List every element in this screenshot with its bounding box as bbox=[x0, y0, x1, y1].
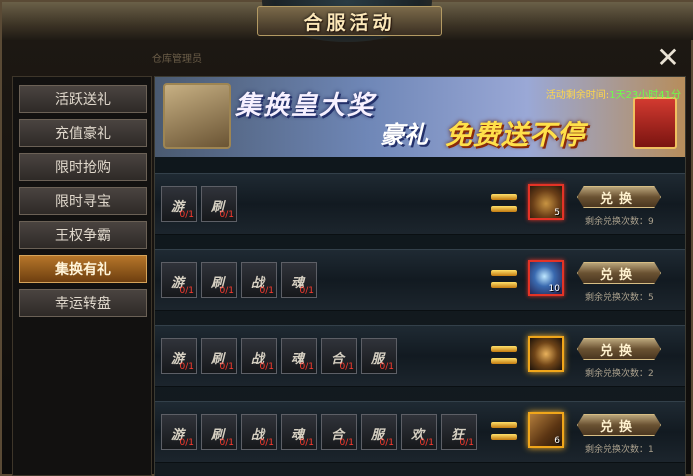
exchange-row: 游 0/1 刷 0/1 战 0/1 魂 0/1 10 兑换 剩余兑换次数：5 bbox=[155, 249, 685, 311]
word-item-count: 0/1 bbox=[379, 362, 394, 372]
word-item-slot[interactable]: 服 0/1 bbox=[361, 338, 397, 374]
word-item-slot[interactable]: 游 0/1 bbox=[161, 414, 197, 450]
sidebar-item-label: 充值豪礼 bbox=[55, 126, 111, 142]
word-item-slot[interactable]: 魂 0/1 bbox=[281, 414, 317, 450]
word-item-slot[interactable]: 魂 0/1 bbox=[281, 338, 317, 374]
timer-value: 1天23小时41分 bbox=[609, 90, 681, 101]
word-item-slot[interactable]: 魂 0/1 bbox=[281, 262, 317, 298]
exchange-button[interactable]: 兑换 bbox=[577, 186, 661, 208]
word-item-count: 0/1 bbox=[259, 362, 274, 372]
word-item-count: 0/1 bbox=[179, 286, 194, 296]
word-item-count: 0/1 bbox=[259, 438, 274, 448]
sidebar-item-lucky-wheel[interactable]: 幸运转盘 bbox=[19, 289, 147, 317]
word-item-slot[interactable]: 游 0/1 bbox=[161, 338, 197, 374]
word-item-count: 0/1 bbox=[259, 286, 274, 296]
exchange-button[interactable]: 兑换 bbox=[577, 262, 661, 284]
sidebar-item-label: 集换有礼 bbox=[55, 262, 111, 278]
reward-item-slot[interactable]: 6 bbox=[528, 412, 564, 448]
word-item-count: 0/1 bbox=[419, 438, 434, 448]
required-items: 游 0/1 刷 0/1 战 0/1 魂 0/1 bbox=[161, 262, 317, 298]
window-title: 合服活动 bbox=[303, 11, 396, 34]
equals-icon bbox=[491, 268, 517, 290]
treasure-chest-icon bbox=[163, 83, 231, 149]
exchange-row: 游 0/1 刷 0/1 战 0/1 魂 0/1 合 0/1 服 0/1 欢 0/1 狂 0/1 … bbox=[155, 401, 685, 463]
reward-count: 5 bbox=[554, 208, 560, 218]
required-items: 游 0/1 刷 0/1 战 0/1 魂 0/1 合 0/1 服 0/1 欢 0/1 狂 0/1 bbox=[161, 414, 477, 450]
word-item-slot[interactable]: 合 0/1 bbox=[321, 414, 357, 450]
word-item-count: 0/1 bbox=[299, 286, 314, 296]
word-item-count: 0/1 bbox=[219, 210, 234, 220]
word-item-slot[interactable]: 服 0/1 bbox=[361, 414, 397, 450]
word-item-slot[interactable]: 战 0/1 bbox=[241, 338, 277, 374]
close-button[interactable]: ✕ bbox=[655, 41, 681, 74]
main-panel: 集换皇大奖 豪礼 免费送不停 活动剩余时间:1天23小时41分 游 0/1 刷 0/… bbox=[154, 76, 686, 476]
word-item-slot[interactable]: 游 0/1 bbox=[161, 262, 197, 298]
reward-count: 6 bbox=[554, 436, 560, 446]
exchange-row: 游 0/1 刷 0/1 5 兑换 剩余兑换次数：9 bbox=[155, 173, 685, 235]
remaining-exchanges: 剩余兑换次数：9 bbox=[585, 217, 654, 227]
remaining-exchanges: 剩余兑换次数：5 bbox=[585, 293, 654, 303]
word-item-count: 0/1 bbox=[339, 362, 354, 372]
banner-subtitle-a: 豪礼 bbox=[380, 121, 428, 149]
reward-count: 10 bbox=[548, 284, 560, 294]
word-item-slot[interactable]: 欢 0/1 bbox=[401, 414, 437, 450]
word-item-count: 0/1 bbox=[339, 438, 354, 448]
exchange-row: 游 0/1 刷 0/1 战 0/1 魂 0/1 合 0/1 服 0/1 兑换 剩余兑换次数：… bbox=[155, 325, 685, 387]
word-item-count: 0/1 bbox=[179, 210, 194, 220]
word-item-count: 0/1 bbox=[459, 438, 474, 448]
word-item-slot[interactable]: 游 0/1 bbox=[161, 186, 197, 222]
word-item-slot[interactable]: 刷 0/1 bbox=[201, 186, 237, 222]
event-timer: 活动剩余时间:1天23小时41分 bbox=[546, 86, 681, 101]
word-item-count: 0/1 bbox=[179, 438, 194, 448]
sidebar-item-exchange[interactable]: 集换有礼 bbox=[19, 255, 147, 283]
background-npc-label: 仓库管理员 bbox=[152, 54, 202, 65]
word-item-slot[interactable]: 狂 0/1 bbox=[441, 414, 477, 450]
timer-label: 活动剩余时间: bbox=[545, 90, 610, 101]
required-items: 游 0/1 刷 0/1 bbox=[161, 186, 237, 222]
remaining-exchanges: 剩余兑换次数：1 bbox=[585, 445, 654, 455]
equals-icon bbox=[491, 420, 517, 442]
reward-item-slot[interactable] bbox=[528, 336, 564, 372]
equals-icon bbox=[491, 192, 517, 214]
sidebar-item-treasure-hunt[interactable]: 限时寻宝 bbox=[19, 187, 147, 215]
word-item-slot[interactable]: 战 0/1 bbox=[241, 414, 277, 450]
word-item-slot[interactable]: 合 0/1 bbox=[321, 338, 357, 374]
sidebar-item-label: 限时寻宝 bbox=[55, 194, 111, 210]
word-item-count: 0/1 bbox=[179, 362, 194, 372]
title-plate: 合服活动 bbox=[257, 6, 442, 36]
activity-window: 合服活动 仓库管理员 ✕ 活跃送礼 充值豪礼 限时抢购 限时寻宝 王权争霸 集换… bbox=[0, 0, 693, 476]
sidebar-item-active-gift[interactable]: 活跃送礼 bbox=[19, 85, 147, 113]
word-item-count: 0/1 bbox=[299, 438, 314, 448]
word-item-count: 0/1 bbox=[299, 362, 314, 372]
exchange-button[interactable]: 兑换 bbox=[577, 414, 661, 436]
event-banner: 集换皇大奖 豪礼 免费送不停 活动剩余时间:1天23小时41分 bbox=[155, 77, 685, 157]
sidebar-item-label: 活跃送礼 bbox=[55, 92, 111, 108]
word-item-count: 0/1 bbox=[219, 438, 234, 448]
required-items: 游 0/1 刷 0/1 战 0/1 魂 0/1 合 0/1 服 0/1 bbox=[161, 338, 397, 374]
word-item-count: 0/1 bbox=[219, 286, 234, 296]
banner-title: 集换皇大奖 bbox=[235, 91, 376, 121]
remaining-exchanges: 剩余兑换次数：2 bbox=[585, 369, 654, 379]
sidebar: 活跃送礼 充值豪礼 限时抢购 限时寻宝 王权争霸 集换有礼 幸运转盘 bbox=[12, 76, 152, 476]
exchange-button[interactable]: 兑换 bbox=[577, 338, 661, 360]
reward-item-slot[interactable]: 5 bbox=[528, 184, 564, 220]
sidebar-item-label: 限时抢购 bbox=[55, 160, 111, 176]
banner-subtitle-b: 免费送不停 bbox=[445, 120, 585, 151]
close-icon: ✕ bbox=[656, 40, 680, 74]
word-item-slot[interactable]: 刷 0/1 bbox=[201, 262, 237, 298]
sidebar-item-flash-sale[interactable]: 限时抢购 bbox=[19, 153, 147, 181]
gift-box-icon bbox=[633, 97, 677, 149]
sidebar-item-label: 幸运转盘 bbox=[55, 296, 111, 312]
word-item-slot[interactable]: 刷 0/1 bbox=[201, 414, 237, 450]
reward-item-slot[interactable]: 10 bbox=[528, 260, 564, 296]
word-item-slot[interactable]: 战 0/1 bbox=[241, 262, 277, 298]
word-item-count: 0/1 bbox=[379, 438, 394, 448]
equals-icon bbox=[491, 344, 517, 366]
sidebar-item-king-contest[interactable]: 王权争霸 bbox=[19, 221, 147, 249]
sidebar-item-label: 王权争霸 bbox=[55, 228, 111, 244]
exchange-list: 游 0/1 刷 0/1 5 兑换 剩余兑换次数：9 游 0/1 刷 0/1 战 0/1 魂… bbox=[155, 157, 685, 476]
word-item-slot[interactable]: 刷 0/1 bbox=[201, 338, 237, 374]
word-item-count: 0/1 bbox=[219, 362, 234, 372]
sidebar-item-recharge[interactable]: 充值豪礼 bbox=[19, 119, 147, 147]
